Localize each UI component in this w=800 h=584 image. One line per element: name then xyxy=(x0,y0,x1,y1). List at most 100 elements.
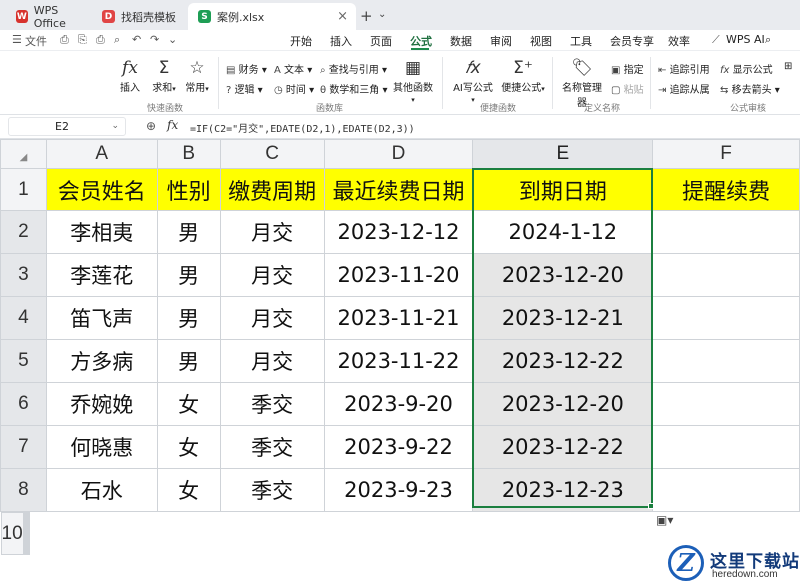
column-header[interactable]: D xyxy=(323,139,474,169)
menu-item-data[interactable]: 数据 xyxy=(450,33,472,49)
file-menu[interactable]: 文件 xyxy=(25,33,47,49)
table-cell[interactable]: 男 xyxy=(156,296,221,340)
common-functions-button[interactable]: ☆ 常用▾ xyxy=(183,57,211,94)
table-cell[interactable]: 月交 xyxy=(219,210,325,254)
zoom-icon[interactable]: ⊕ xyxy=(146,119,156,133)
row-header[interactable]: 5 xyxy=(0,339,47,383)
table-cell[interactable] xyxy=(652,210,800,254)
table-cell[interactable] xyxy=(652,382,800,426)
table-cell[interactable]: 2023-12-12 xyxy=(323,210,474,254)
close-icon[interactable]: × xyxy=(337,9,348,24)
export-icon[interactable]: ⎘ xyxy=(78,33,87,47)
table-cell[interactable]: 2023-9-23 xyxy=(323,468,474,512)
table-cell[interactable]: 2023-11-21 xyxy=(323,296,474,340)
table-cell[interactable]: 月交 xyxy=(219,339,325,383)
table-cell[interactable]: 石水 xyxy=(45,468,158,512)
table-cell[interactable] xyxy=(652,425,800,469)
new-tab-icon[interactable]: + xyxy=(360,7,373,25)
search-icon[interactable]: ⌕ xyxy=(765,33,771,47)
menu-item-insert[interactable]: 插入 xyxy=(330,33,352,49)
menu-item-review[interactable]: 审阅 xyxy=(490,33,512,49)
table-cell[interactable] xyxy=(652,468,800,512)
column-header[interactable]: E xyxy=(472,139,654,170)
lookup-button[interactable]: ⌕ 查找与引用 ▾ xyxy=(320,61,387,76)
table-cell[interactable]: 2023-11-20 xyxy=(323,253,474,297)
menu-item-efficiency[interactable]: 效率 xyxy=(668,33,690,49)
table-cell[interactable]: 女 xyxy=(156,382,221,426)
table-cell[interactable]: 2023-9-20 xyxy=(323,382,474,426)
print-icon[interactable]: ⎙ xyxy=(96,33,105,47)
table-cell[interactable]: 男 xyxy=(156,210,221,254)
table-cell[interactable]: 男 xyxy=(156,339,221,383)
header-cell[interactable]: 最近续费日期 xyxy=(323,168,474,211)
chevron-down-icon[interactable]: ⌄ xyxy=(168,33,177,46)
row-header[interactable]: 3 xyxy=(0,253,47,297)
due-date-cell[interactable]: 2023-12-20 xyxy=(472,382,654,426)
table-cell[interactable]: 女 xyxy=(156,425,221,469)
row-header[interactable]: 7 xyxy=(0,425,47,469)
time-button[interactable]: ◷ 时间 ▾ xyxy=(274,81,314,96)
due-date-cell[interactable]: 2024-1-12 xyxy=(472,210,654,254)
tab-docer[interactable]: D 找稻壳模板 xyxy=(92,3,184,30)
table-cell[interactable]: 何晓惠 xyxy=(45,425,158,469)
row-header[interactable]: 8 xyxy=(0,468,47,512)
header-cell[interactable]: 提醒续费 xyxy=(652,168,800,211)
menu-item-formula[interactable]: 公式 xyxy=(410,33,432,49)
table-cell[interactable]: 月交 xyxy=(219,296,325,340)
header-cell[interactable]: 到期日期 xyxy=(472,168,654,211)
row-header[interactable]: 10 xyxy=(0,512,24,555)
table-cell[interactable]: 女 xyxy=(156,468,221,512)
header-cell[interactable]: 会员姓名 xyxy=(45,168,158,211)
menu-item-tools[interactable]: 工具 xyxy=(570,33,592,49)
column-header[interactable]: B xyxy=(156,139,221,169)
due-date-cell[interactable]: 2023-12-22 xyxy=(472,425,654,469)
quick-formula-button[interactable]: Σ⁺ 便捷公式▾ xyxy=(500,57,546,94)
column-header[interactable]: F xyxy=(652,139,800,169)
table-cell[interactable]: 季交 xyxy=(219,468,325,512)
header-cell[interactable]: 缴费周期 xyxy=(219,168,325,211)
table-cell[interactable]: 季交 xyxy=(219,425,325,469)
trace-precedents-button[interactable]: ⇤ 追踪引用 xyxy=(658,61,710,76)
due-date-cell[interactable]: 2023-12-22 xyxy=(472,339,654,383)
menu-item-wps-ai[interactable]: WPS AI xyxy=(726,33,765,46)
save-icon[interactable]: ⎙ xyxy=(60,33,69,47)
specify-button[interactable]: ▣ 指定 xyxy=(611,61,644,76)
table-cell[interactable] xyxy=(652,253,800,297)
table-cell[interactable] xyxy=(652,339,800,383)
text-button[interactable]: A 文本 ▾ xyxy=(274,61,312,76)
chevron-down-icon[interactable]: ⌄ xyxy=(111,118,119,135)
table-cell[interactable]: 季交 xyxy=(219,382,325,426)
trace-dependents-button[interactable]: ⇥ 追踪从属 xyxy=(658,81,710,96)
column-header[interactable]: A xyxy=(45,139,158,169)
table-cell[interactable]: 笛飞声 xyxy=(45,296,158,340)
math-button[interactable]: θ 数学和三角 ▾ xyxy=(320,81,388,96)
row-header[interactable]: 4 xyxy=(0,296,47,340)
ai-formula-button[interactable]: 𝑓x AI写公式▾ xyxy=(452,57,494,105)
name-box[interactable]: E2 ⌄ xyxy=(8,117,126,136)
menu-item-member[interactable]: 会员专享 xyxy=(610,33,654,49)
menu-item-home[interactable]: 开始 xyxy=(290,33,312,49)
hamburger-icon[interactable]: ☰ xyxy=(12,33,22,46)
due-date-cell[interactable]: 2023-12-21 xyxy=(472,296,654,340)
column-header[interactable]: C xyxy=(219,139,325,169)
undo-icon[interactable]: ↶ xyxy=(132,33,141,46)
row-header[interactable]: 1 xyxy=(0,168,47,211)
logic-button[interactable]: ? 逻辑 ▾ xyxy=(226,81,263,96)
tab-workbook[interactable]: S 案例.xlsx × xyxy=(188,3,356,30)
due-date-cell[interactable]: 2023-12-20 xyxy=(472,253,654,297)
more-icon[interactable]: ⊞ xyxy=(784,61,792,72)
table-cell[interactable]: 月交 xyxy=(219,253,325,297)
table-cell[interactable]: 2023-9-22 xyxy=(323,425,474,469)
other-functions-button[interactable]: ▦ 其他函数▾ xyxy=(392,57,434,105)
remove-arrows-button[interactable]: ⇆ 移去箭头 ▾ xyxy=(720,81,780,96)
table-cell[interactable]: 李莲花 xyxy=(45,253,158,297)
menu-item-view[interactable]: 视图 xyxy=(530,33,552,49)
paste-options-icon[interactable]: ▣▾ xyxy=(656,513,673,527)
table-cell[interactable]: 李相夷 xyxy=(45,210,158,254)
table-cell[interactable]: 乔婉娩 xyxy=(45,382,158,426)
show-formula-button[interactable]: fx 显示公式 xyxy=(720,61,773,76)
finance-button[interactable]: ▤ 财务 ▾ xyxy=(226,61,267,76)
autosum-button[interactable]: Σ 求和▾ xyxy=(150,57,178,94)
row-header[interactable]: 6 xyxy=(0,382,47,426)
redo-icon[interactable]: ↷ xyxy=(150,33,159,46)
